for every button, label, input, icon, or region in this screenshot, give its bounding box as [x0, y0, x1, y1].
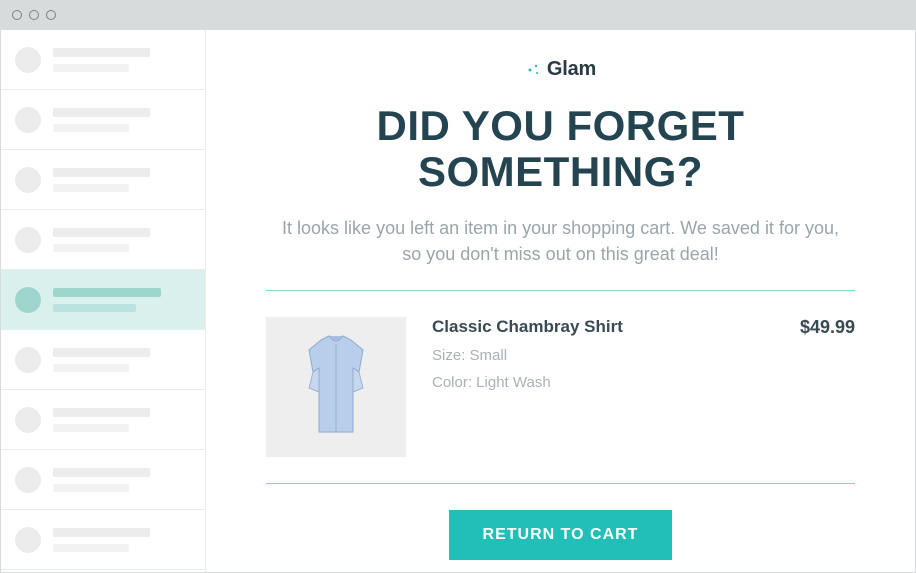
window-titlebar [0, 0, 916, 30]
cart-item-row: Classic Chambray Shirt Size: Small Color… [266, 291, 855, 483]
sparkle-icon [525, 61, 543, 79]
avatar-icon [15, 287, 41, 313]
avatar-icon [15, 347, 41, 373]
traffic-light-close-icon[interactable] [12, 10, 22, 20]
product-size: Size: Small [432, 347, 774, 364]
cta-container: RETURN TO CART [266, 484, 855, 560]
product-price: $49.99 [800, 317, 855, 457]
list-item[interactable] [1, 90, 205, 150]
product-color: Color: Light Wash [432, 374, 774, 391]
product-details: Classic Chambray Shirt Size: Small Color… [432, 317, 774, 457]
email-content: Glam DID YOU FORGET SOMETHING? It looks … [206, 30, 915, 572]
subheadline: It looks like you left an item in your s… [281, 215, 841, 267]
product-thumbnail [266, 317, 406, 457]
list-item[interactable] [1, 30, 205, 90]
list-item[interactable] [1, 390, 205, 450]
avatar-icon [15, 47, 41, 73]
list-item[interactable] [1, 330, 205, 390]
product-name: Classic Chambray Shirt [432, 317, 774, 337]
traffic-light-minimize-icon[interactable] [29, 10, 39, 20]
avatar-icon [15, 527, 41, 553]
brand-logo: Glam [525, 58, 596, 81]
list-item[interactable] [1, 510, 205, 570]
headline: DID YOU FORGET SOMETHING? [266, 103, 855, 195]
email-list-sidebar [1, 30, 206, 572]
avatar-icon [15, 407, 41, 433]
list-item[interactable] [1, 150, 205, 210]
list-item[interactable] [1, 210, 205, 270]
avatar-icon [15, 107, 41, 133]
avatar-icon [15, 467, 41, 493]
list-item[interactable] [1, 450, 205, 510]
list-item-selected[interactable] [1, 270, 205, 330]
traffic-light-zoom-icon[interactable] [46, 10, 56, 20]
return-to-cart-button[interactable]: RETURN TO CART [449, 510, 673, 560]
app-frame: Glam DID YOU FORGET SOMETHING? It looks … [0, 30, 916, 573]
avatar-icon [15, 167, 41, 193]
avatar-icon [15, 227, 41, 253]
shirt-icon [291, 332, 381, 442]
brand-name: Glam [547, 58, 596, 81]
